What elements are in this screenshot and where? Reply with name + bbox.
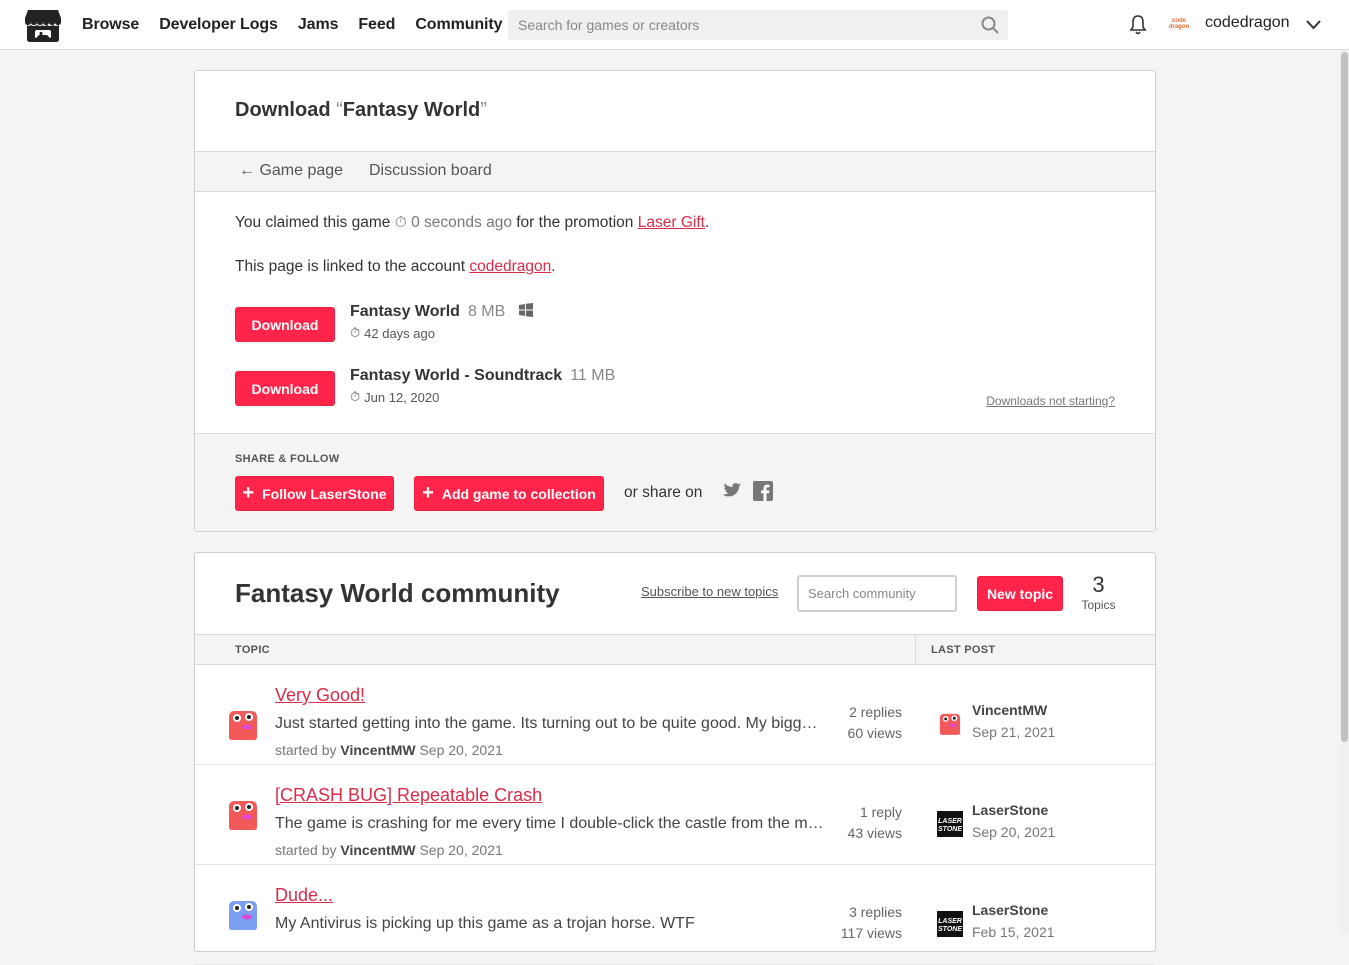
last-post-date: Feb 15, 2021 bbox=[972, 924, 1055, 940]
topic-row: Very Good! Just started getting into the… bbox=[195, 665, 1155, 765]
view-count: 60 views bbox=[847, 725, 902, 741]
top-header: Browse Developer Logs Jams Feed Communit… bbox=[0, 0, 1349, 50]
downloads-not-starting-link[interactable]: Downloads not starting? bbox=[986, 394, 1115, 408]
add-to-collection-button[interactable]: + Add game to collection bbox=[414, 476, 604, 511]
new-topic-button[interactable]: New topic bbox=[977, 576, 1063, 611]
download-tabbar: ← Game page Discussion board bbox=[195, 151, 1155, 192]
file-date: Jun 12, 2020 bbox=[364, 389, 440, 405]
plus-icon: + bbox=[422, 481, 434, 504]
topic-title-link[interactable]: Dude... bbox=[275, 885, 333, 906]
tab-game-page[interactable]: ← Game page bbox=[239, 162, 343, 180]
reply-count: 3 replies bbox=[849, 904, 902, 920]
download-panel: Download “Fantasy World” ← Game page Dis… bbox=[194, 70, 1156, 532]
svg-text:STONE: STONE bbox=[938, 926, 962, 933]
search-input[interactable] bbox=[508, 10, 1008, 40]
svg-text:STONE: STONE bbox=[938, 826, 962, 833]
last-poster-name[interactable]: VincentMW bbox=[972, 702, 1047, 718]
tab-discussion-board[interactable]: Discussion board bbox=[369, 162, 492, 180]
topic-row: Dude... My Antivirus is picking up this … bbox=[195, 865, 1155, 965]
file-entry: Fantasy World - Soundtrack 11 MB ⏱ Jun 12… bbox=[350, 367, 615, 405]
reply-count: 2 replies bbox=[849, 704, 902, 720]
column-header-last-post: LAST POST bbox=[931, 644, 996, 656]
user-avatar-icon[interactable] bbox=[225, 797, 261, 833]
topic-author-link[interactable]: VincentMW bbox=[340, 742, 415, 758]
user-avatar-icon[interactable] bbox=[225, 897, 261, 933]
reply-count: 1 reply bbox=[859, 804, 902, 820]
topic-stats: 1 reply 43 views bbox=[848, 802, 902, 844]
last-post-date: Sep 21, 2021 bbox=[972, 724, 1056, 740]
user-menu-name[interactable]: codedragon bbox=[1205, 14, 1290, 32]
stopwatch-icon: ⏱ bbox=[350, 325, 361, 340]
file-date: 42 days ago bbox=[364, 325, 435, 341]
facebook-icon[interactable] bbox=[753, 481, 773, 501]
or-share-label: or share on bbox=[624, 484, 703, 501]
topic-snippet: My Antivirus is picking up this game as … bbox=[275, 915, 695, 932]
last-poster-avatar-icon[interactable] bbox=[937, 711, 963, 737]
share-follow-heading: SHARE & FOLLOW bbox=[235, 453, 340, 465]
follow-creator-button[interactable]: + Follow LaserStone bbox=[235, 476, 394, 511]
svg-text:LASER: LASER bbox=[938, 818, 962, 825]
last-poster-name[interactable]: LaserStone bbox=[972, 802, 1048, 818]
claim-message: You claimed this game ⏱ 0 seconds ago fo… bbox=[235, 214, 710, 231]
nav-browse[interactable]: Browse bbox=[82, 16, 139, 34]
topic-snippet: Just started getting into the game. Its … bbox=[275, 715, 825, 732]
twitter-icon[interactable] bbox=[722, 482, 742, 500]
chevron-down-icon[interactable] bbox=[1306, 17, 1321, 32]
topic-author-link[interactable]: VincentMW bbox=[340, 842, 415, 858]
download-button[interactable]: Download bbox=[235, 307, 335, 342]
topic-row: [CRASH BUG] Repeatable Crash The game is… bbox=[195, 765, 1155, 865]
stopwatch-icon: ⏱ bbox=[350, 389, 361, 404]
topic-title-link[interactable]: [CRASH BUG] Repeatable Crash bbox=[275, 785, 542, 806]
topic-count: 3 Topics bbox=[1081, 572, 1116, 612]
column-divider bbox=[915, 635, 916, 664]
topic-snippet: The game is crashing for me every time I… bbox=[275, 815, 825, 832]
file-name: Fantasy World - Soundtrack bbox=[350, 367, 563, 384]
main-nav: Browse Developer Logs Jams Feed Communit… bbox=[82, 0, 503, 50]
download-button[interactable]: Download bbox=[235, 371, 335, 406]
file-size: 11 MB bbox=[570, 367, 616, 384]
topic-meta: started by VincentMW Sep 20, 2021 bbox=[275, 842, 503, 858]
laserstone-avatar-icon[interactable]: LASER STONE bbox=[937, 811, 963, 837]
user-avatar-icon[interactable] bbox=[225, 707, 261, 743]
page-title: Download “Fantasy World” bbox=[235, 99, 487, 121]
svg-text:LASER: LASER bbox=[938, 918, 962, 925]
view-count: 43 views bbox=[847, 825, 902, 841]
laserstone-avatar-icon[interactable]: LASER STONE bbox=[937, 911, 963, 937]
topic-stats: 2 replies 60 views bbox=[848, 702, 902, 744]
nav-developer-logs[interactable]: Developer Logs bbox=[159, 16, 278, 34]
last-poster-name[interactable]: LaserStone bbox=[972, 902, 1048, 918]
nav-jams[interactable]: Jams bbox=[298, 16, 339, 34]
user-avatar[interactable]: code dragon bbox=[1166, 13, 1192, 37]
stopwatch-icon: ⏱ bbox=[394, 214, 407, 231]
scrollbar-thumb[interactable] bbox=[1341, 52, 1348, 742]
share-follow-section: SHARE & FOLLOW + Follow LaserStone + Add… bbox=[195, 433, 1155, 531]
community-panel: Fantasy World community Subscribe to new… bbox=[194, 552, 1156, 965]
search-icon[interactable] bbox=[980, 15, 1000, 35]
file-name: Fantasy World bbox=[350, 303, 460, 320]
topic-stats: 3 replies 117 views bbox=[841, 902, 902, 944]
topic-table-header: TOPIC LAST POST bbox=[195, 634, 1155, 665]
linked-account-link[interactable]: codedragon bbox=[469, 258, 551, 275]
community-search-input[interactable] bbox=[797, 575, 957, 612]
subscribe-topics-link[interactable]: Subscribe to new topics bbox=[641, 584, 778, 599]
topic-meta: started by VincentMW Sep 20, 2021 bbox=[275, 742, 503, 758]
windows-icon bbox=[519, 303, 534, 317]
nav-feed[interactable]: Feed bbox=[358, 16, 395, 34]
topic-title-link[interactable]: Very Good! bbox=[275, 685, 365, 706]
plus-icon: + bbox=[242, 481, 255, 504]
linked-account-message: This page is linked to the account coded… bbox=[235, 258, 556, 275]
promotion-link[interactable]: Laser Gift bbox=[638, 214, 705, 231]
column-header-topic: TOPIC bbox=[235, 644, 270, 656]
itchio-logo-icon[interactable] bbox=[24, 8, 62, 43]
notifications-bell-icon[interactable] bbox=[1128, 14, 1148, 36]
nav-community[interactable]: Community bbox=[415, 16, 502, 34]
arrow-left-icon: ← bbox=[239, 162, 255, 179]
last-post-date: Sep 20, 2021 bbox=[972, 824, 1056, 840]
file-entry: Fantasy World 8 MB ⏱ 42 days ago bbox=[350, 303, 534, 341]
community-title: Fantasy World community bbox=[235, 578, 560, 608]
file-size: 8 MB bbox=[467, 303, 506, 320]
